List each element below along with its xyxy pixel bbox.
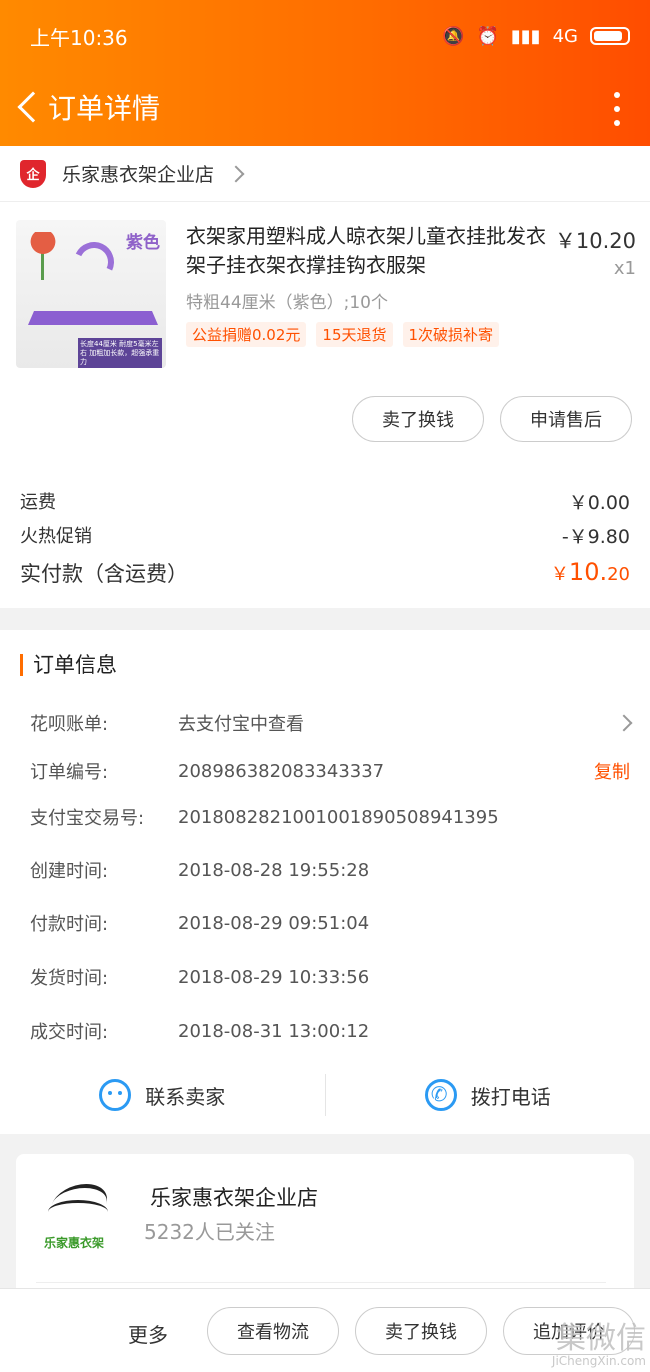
header: 上午10:36 🔕 ⏰ ▮▮▮ 4G 订单详情 (0, 0, 650, 146)
shop-link[interactable]: 企 乐家惠衣架企业店 (0, 146, 650, 202)
info-key: 创建时间: (30, 861, 109, 882)
signal-icon: ▮▮▮ (510, 25, 541, 47)
more-button[interactable]: 更多 (128, 1319, 168, 1348)
alipay-trade-row: 支付宝交易号: 2018082821001001890508941395 (30, 804, 630, 830)
info-key: 花呗账单: (30, 714, 109, 735)
logo-text: 乐家惠衣架 (44, 1236, 105, 1250)
info-value: 2018-08-29 10:33:56 (178, 966, 370, 988)
product-quantity: x1 (613, 258, 636, 279)
watermark-main: 集微信 (556, 1321, 646, 1356)
info-key: 发货时间: (30, 968, 109, 989)
info-key: 付款时间: (30, 914, 109, 935)
total-int: 10. (568, 558, 608, 586)
mute-bell-icon: 🔕 (442, 25, 465, 47)
hanger-body (28, 275, 158, 325)
item-actions: 卖了换钱 申请售后 (352, 396, 632, 442)
contact-seller-label: 联系卖家 (145, 1084, 226, 1109)
product-tags: 公益捐赠0.02元 15天退货 1次破损补寄 (186, 322, 500, 347)
promo-row: 火热促销 -￥9.80 (20, 522, 630, 549)
product-title: 衣架家用塑料成人晾衣架儿童衣挂批发衣架子挂衣架衣撑挂钩衣服架 (186, 224, 546, 277)
chat-icon (99, 1079, 132, 1111)
contact-bar: 联系卖家 拨打电话 (0, 1070, 650, 1120)
product-image[interactable]: 紫色 长度44厘米 耐度5毫米左右 加粗加长款，超强承重力 (16, 220, 166, 368)
alarm-icon: ⏰ (476, 25, 499, 47)
total-decimal: 20 (607, 564, 630, 585)
order-info-card: 订单信息 花呗账单: 去支付宝中查看 订单编号: 208986382083343… (0, 630, 650, 1134)
shipping-amount: ￥0.00 (568, 492, 630, 514)
info-value: 2018082821001001890508941395 (178, 806, 499, 828)
info-value: 2018-08-28 19:55:28 (178, 859, 370, 881)
info-value: 2018-08-29 09:51:04 (178, 912, 370, 934)
store-followers: 5232人已关注 (144, 1220, 275, 1244)
image-color-tag: 紫色 (126, 233, 160, 253)
bottom-action-bar: 更多 查看物流 卖了换钱 追加评价 集微信 JiChengXin.com (0, 1288, 650, 1372)
order-item-card: 企 乐家惠衣架企业店 紫色 长度44厘米 耐度5毫米左右 加粗加长款，超强承重力… (0, 146, 650, 608)
info-value: 2018-08-31 13:00:12 (178, 1020, 370, 1042)
info-value: 去支付宝中查看 (178, 714, 304, 735)
chevron-right-icon (615, 714, 633, 732)
network-label: 4G (552, 25, 578, 47)
battery-icon (590, 27, 630, 45)
shipped-time-row: 发货时间: 2018-08-29 10:33:56 (30, 964, 630, 990)
dot-icon (614, 120, 620, 126)
view-logistics-button[interactable]: 查看物流 (207, 1307, 339, 1355)
status-icons: 🔕 ⏰ ▮▮▮ 4G (442, 26, 630, 47)
total-label: 实付款（含运费） (20, 562, 188, 586)
info-key: 成交时间: (30, 1022, 109, 1043)
total-row: 实付款（含运费） ￥10.20 (20, 558, 630, 588)
product-price: ￥10.20 (554, 229, 636, 253)
contact-seller-button[interactable]: 联系卖家 (0, 1070, 325, 1120)
order-info-title: 订单信息 (20, 654, 117, 676)
order-number: 208986382083343337 (178, 760, 385, 782)
shipping-row: 运费 ￥0.00 (20, 488, 630, 515)
currency-symbol: ￥ (550, 564, 569, 585)
more-menu-button[interactable] (614, 92, 620, 126)
call-label: 拨打电话 (470, 1084, 551, 1109)
order-number-row: 订单编号: 208986382083343337 复制 (30, 758, 630, 784)
watermark-sub: JiChengXin.com (551, 1354, 646, 1368)
tag-damage: 1次破损补寄 (402, 322, 500, 347)
dot-icon (614, 92, 620, 98)
chevron-right-icon (227, 165, 245, 182)
watermark: 集微信 JiChengXin.com (551, 1321, 646, 1369)
sell-button[interactable]: 卖了换钱 (355, 1307, 487, 1355)
info-key: 订单编号: (30, 762, 109, 783)
chevron-left-icon (17, 91, 49, 123)
paid-time-row: 付款时间: 2018-08-29 09:51:04 (30, 910, 630, 936)
shipping-label: 运费 (20, 492, 56, 513)
store-card[interactable]: 乐家惠衣架 乐家惠衣架企业店 5232人已关注 (16, 1154, 634, 1304)
status-time: 上午10:36 (30, 25, 128, 50)
promo-amount: -￥9.80 (561, 526, 630, 548)
closed-time-row: 成交时间: 2018-08-31 13:00:12 (30, 1018, 630, 1044)
created-time-row: 创建时间: 2018-08-28 19:55:28 (30, 857, 630, 883)
store-logo: 乐家惠衣架 (44, 1184, 120, 1252)
product-sku: 特粗44厘米（紫色）;10个 (186, 293, 388, 313)
divider (36, 1282, 606, 1283)
page-title: 订单详情 (48, 92, 161, 125)
image-caption: 长度44厘米 耐度5毫米左右 加粗加长款，超强承重力 (78, 338, 162, 368)
after-sale-button[interactable]: 申请售后 (500, 396, 632, 442)
dot-icon (614, 106, 620, 112)
sell-button[interactable]: 卖了换钱 (352, 396, 484, 442)
nav-bar: 订单详情 (0, 80, 650, 134)
tag-return: 15天退货 (316, 322, 393, 347)
enterprise-shop-icon: 企 (20, 159, 46, 188)
status-bar: 上午10:36 🔕 ⏰ ▮▮▮ 4G (30, 20, 630, 52)
phone-icon (424, 1079, 457, 1111)
tag-charity: 公益捐赠0.02元 (186, 322, 307, 347)
copy-button[interactable]: 复制 (594, 758, 630, 784)
product-row[interactable]: 紫色 长度44厘米 耐度5毫米左右 加粗加长款，超强承重力 衣架家用塑料成人晾衣… (16, 220, 636, 380)
total-amount: ￥10.20 (551, 558, 630, 588)
info-key: 支付宝交易号: (30, 808, 145, 829)
plant-decoration (30, 232, 56, 280)
logo-swirl (48, 1200, 108, 1224)
store-name: 乐家惠衣架企业店 (150, 1186, 318, 1210)
call-button[interactable]: 拨打电话 (326, 1070, 650, 1120)
shop-name: 乐家惠衣架企业店 (62, 164, 215, 186)
back-button[interactable] (10, 80, 49, 134)
promo-label: 火热促销 (20, 526, 92, 547)
huabei-row[interactable]: 花呗账单: 去支付宝中查看 (30, 710, 633, 736)
